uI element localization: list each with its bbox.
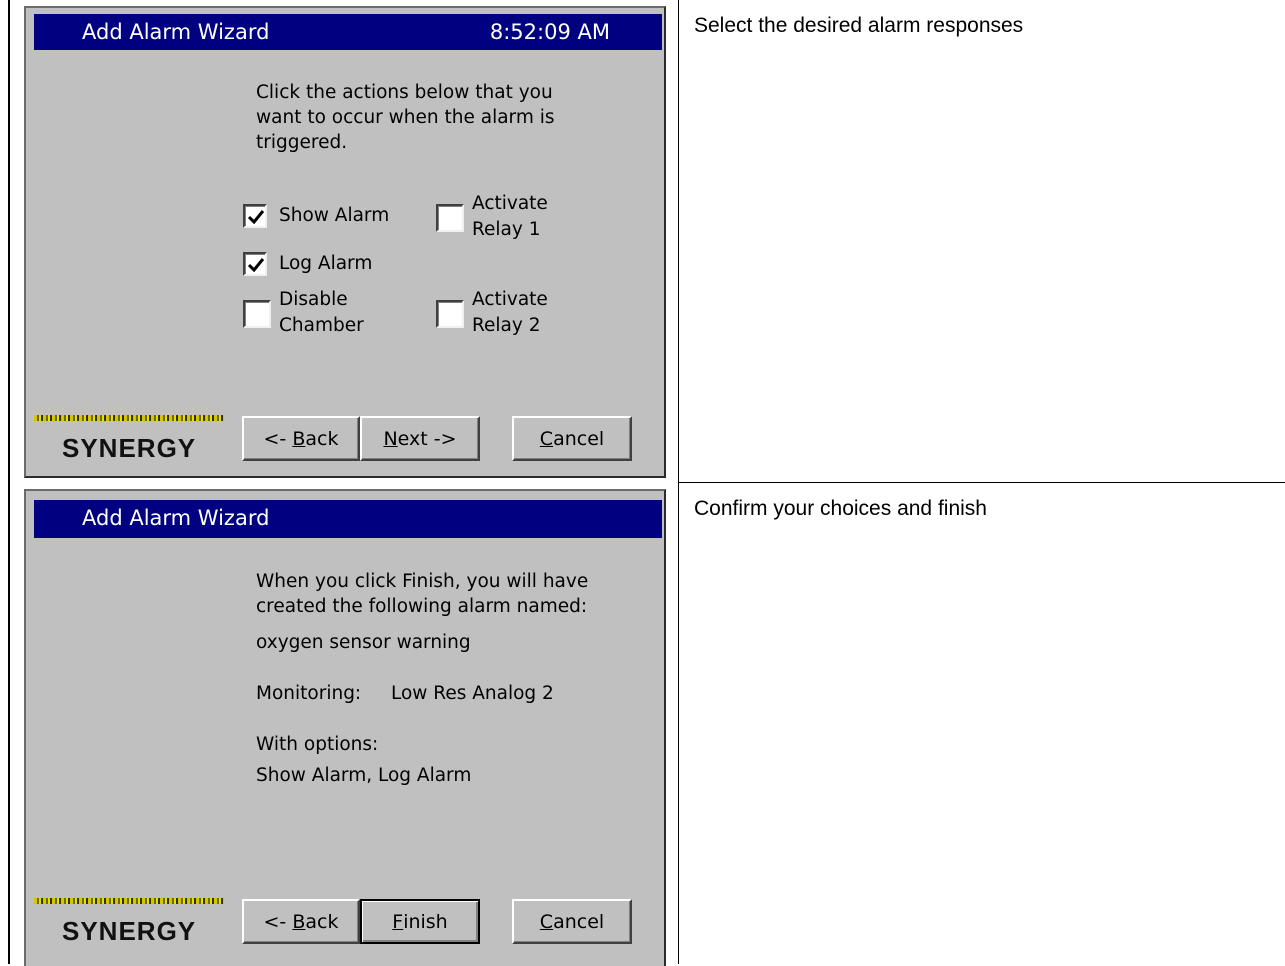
summary-text: When you click Finish, you will have cre… (256, 571, 589, 617)
title-bar: Add Alarm Wizard (34, 500, 662, 538)
log-alarm-checkbox[interactable] (243, 252, 267, 276)
checkmark-icon (247, 258, 265, 273)
options-label: With options: (256, 734, 379, 755)
synergy-logo: SYNERGY (34, 415, 234, 469)
options-value: Show Alarm, Log Alarm (256, 765, 472, 786)
logo-stripe (34, 898, 224, 904)
show-alarm-checkbox[interactable] (243, 204, 267, 228)
wizard-window-confirm: Add Alarm Wizard When you click Finish, … (24, 489, 666, 966)
window-title: Add Alarm Wizard (82, 20, 270, 44)
cancel-button[interactable]: Cancel (512, 899, 632, 944)
monitoring-label: Monitoring: (256, 683, 362, 704)
log-alarm-label[interactable]: Log Alarm (279, 251, 372, 276)
step-caption: Select the desired alarm responses (694, 14, 1024, 37)
monitoring-value: Low Res Analog 2 (391, 683, 554, 704)
logo-stripe (34, 415, 224, 421)
activate-relay-1-label[interactable]: Activate Relay 1 (472, 191, 548, 243)
back-button[interactable]: <- Back (242, 416, 360, 461)
activate-relay-2-label[interactable]: Activate Relay 2 (472, 287, 548, 339)
activate-relay-1-checkbox[interactable] (436, 204, 464, 232)
finish-button[interactable]: Finish (360, 899, 480, 944)
step-caption: Confirm your choices and finish (694, 497, 987, 520)
next-button[interactable]: Next -> (360, 416, 480, 461)
checkmark-icon (247, 210, 265, 225)
disable-chamber-checkbox[interactable] (243, 300, 271, 328)
table-row-confirm: Add Alarm Wizard When you click Finish, … (0, 483, 1285, 966)
clock: 8:52:09 AM (489, 20, 610, 44)
activate-relay-2-checkbox[interactable] (436, 300, 464, 328)
window-title: Add Alarm Wizard (82, 506, 270, 530)
cancel-button[interactable]: Cancel (512, 416, 632, 461)
show-alarm-label[interactable]: Show Alarm (279, 203, 389, 228)
logo-text: SYNERGY (62, 916, 197, 946)
wizard-window-actions: Add Alarm Wizard 8:52:09 AM Click the ac… (24, 6, 666, 478)
instructions: Click the actions below that you want to… (256, 82, 555, 153)
table-row-select-responses: Add Alarm Wizard 8:52:09 AM Click the ac… (0, 0, 1285, 482)
disable-chamber-label[interactable]: Disable Chamber (279, 287, 364, 339)
synergy-logo: SYNERGY (34, 898, 234, 952)
title-bar: Add Alarm Wizard 8:52:09 AM (34, 14, 662, 50)
back-button[interactable]: <- Back (242, 899, 360, 944)
alarm-name: oxygen sensor warning (256, 632, 471, 653)
logo-text: SYNERGY (62, 433, 197, 463)
